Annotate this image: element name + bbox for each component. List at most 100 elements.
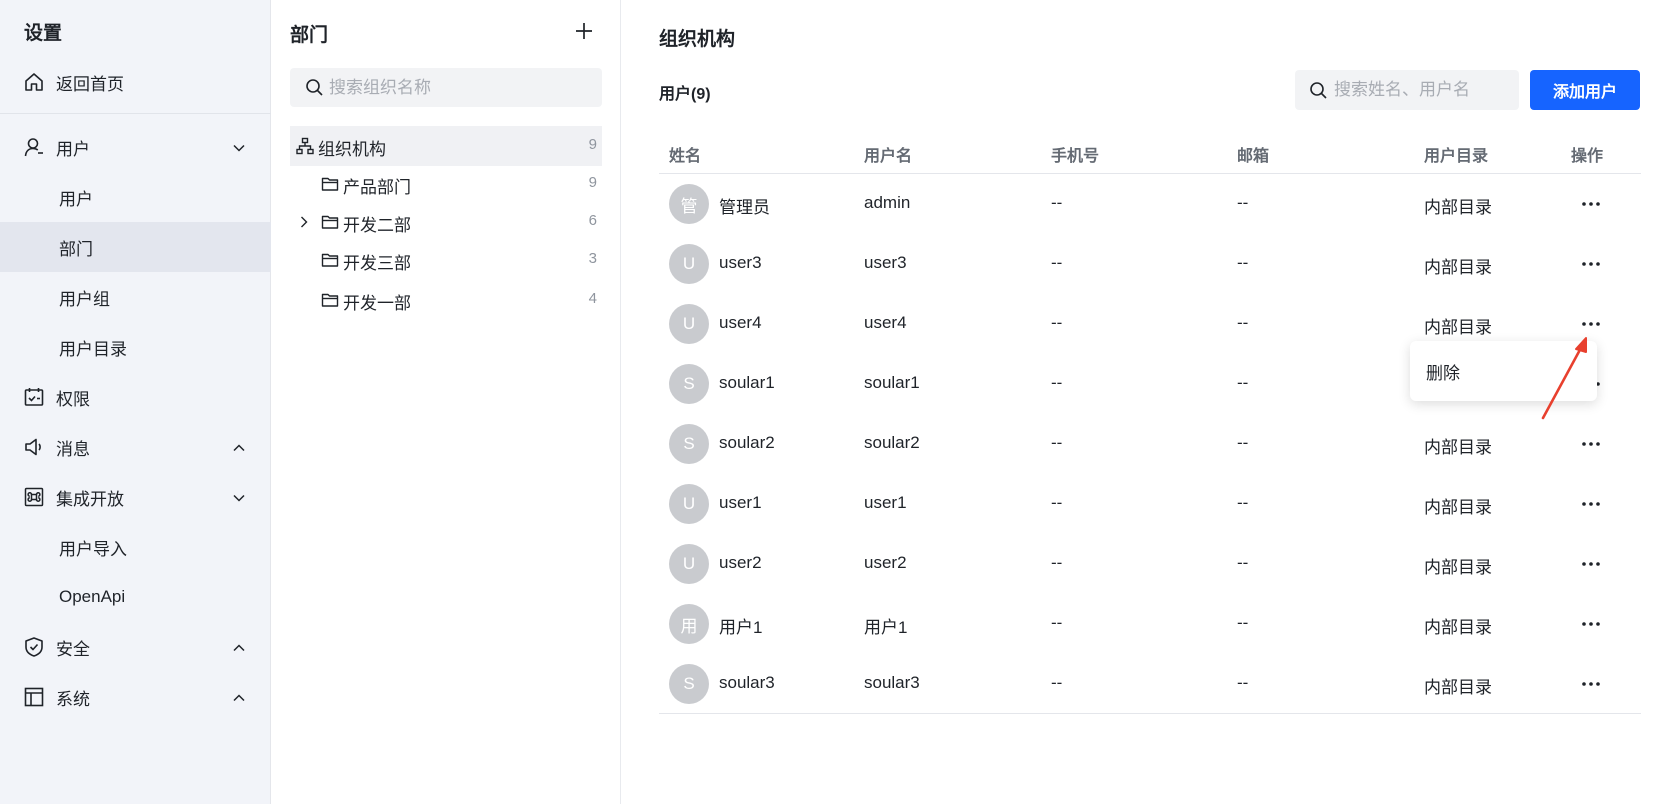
nav-sub-department[interactable]: 部门 [0, 222, 271, 272]
shield-check-icon [23, 636, 45, 658]
cell-email: -- [1237, 253, 1249, 272]
nav-security[interactable]: 安全 [0, 622, 271, 672]
cell-directory: 内部目录 [1424, 438, 1492, 457]
main-content: 组织机构 用户(9) 添加用户 姓名 用户名 手机号 邮箱 用户目录 操作 管管… [621, 0, 1671, 804]
megaphone-icon [23, 436, 45, 458]
row-action-menu: 删除 [1410, 341, 1597, 401]
tree-item-dev2[interactable]: 开发二部 6 [290, 202, 602, 242]
tree-item-org[interactable]: 组织机构 9 [290, 126, 602, 166]
delete-menu-item[interactable]: 删除 [1426, 359, 1460, 384]
settings-sidebar: 设置 返回首页 用户 用户 部门 用户组 用户目录 权限 消息 集成开放 用户导… [0, 0, 271, 804]
sidebar-title: 设置 [24, 23, 63, 44]
nav-sub-user-import[interactable]: 用户导入 [0, 522, 271, 572]
cell-directory: 内部目录 [1424, 198, 1492, 217]
user-search-input[interactable] [1334, 70, 1514, 110]
tree-item-dev3[interactable]: 开发三部 3 [290, 240, 602, 280]
nav-messages-label: 消息 [56, 439, 90, 459]
nav-messages[interactable]: 消息 [0, 422, 271, 472]
tree-item-dev1[interactable]: 开发一部 4 [290, 280, 602, 320]
cell-phone: -- [1051, 493, 1063, 512]
nav-system-label: 系统 [56, 689, 90, 709]
more-horizontal-icon[interactable] [1577, 310, 1605, 338]
table-row: Uuser3 user3 -- -- 内部目录 [659, 234, 1641, 294]
cell-name: user3 [719, 253, 762, 272]
cell-username: user2 [864, 553, 907, 572]
cell-email: -- [1237, 673, 1249, 692]
tree-item-count: 9 [588, 174, 597, 191]
nav-permissions[interactable]: 权限 [0, 372, 271, 422]
nav-sub-user-directory-label: 用户目录 [59, 339, 127, 359]
nav-integration-label: 集成开放 [56, 489, 124, 509]
cell-name: 管理员 [719, 198, 770, 217]
page-title: 组织机构 [659, 29, 736, 50]
department-search-input[interactable] [329, 68, 589, 107]
chevron-up-icon [232, 641, 246, 655]
column-header-email: 邮箱 [1237, 148, 1270, 165]
table-header: 姓名 用户名 手机号 邮箱 用户目录 操作 [659, 130, 1641, 174]
users-table: 姓名 用户名 手机号 邮箱 用户目录 操作 管管理员 admin -- -- 内部目录 U… [659, 130, 1641, 714]
nav-sub-openapi-label: OpenApi [59, 587, 126, 606]
nav-integration[interactable]: 集成开放 [0, 472, 271, 522]
tree-item-count: 6 [588, 212, 597, 229]
tree-item-product[interactable]: 产品部门 9 [290, 164, 602, 204]
tree-item-label: 开发三部 [343, 254, 411, 273]
cell-username: soular2 [864, 433, 920, 452]
nav-sub-user-group[interactable]: 用户组 [0, 272, 271, 322]
add-user-button[interactable]: 添加用户 [1530, 70, 1640, 110]
tree-item-count: 3 [588, 250, 597, 267]
cell-email: -- [1237, 493, 1249, 512]
nav-sub-user-directory[interactable]: 用户目录 [0, 322, 271, 372]
more-horizontal-icon[interactable] [1577, 490, 1605, 518]
avatar: U [669, 244, 709, 284]
cell-directory: 内部目录 [1424, 678, 1492, 697]
cell-name: soular3 [719, 673, 775, 692]
more-horizontal-icon[interactable] [1577, 550, 1605, 578]
department-search [290, 68, 602, 107]
nav-users-label: 用户 [56, 139, 90, 159]
cell-phone: -- [1051, 253, 1063, 272]
cell-phone: -- [1051, 553, 1063, 572]
cell-username: soular1 [864, 373, 920, 392]
cell-email: -- [1237, 433, 1249, 452]
cell-email: -- [1237, 193, 1249, 212]
avatar: U [669, 484, 709, 524]
more-horizontal-icon[interactable] [1577, 610, 1605, 638]
cell-name: 用户1 [719, 618, 763, 637]
cell-phone: -- [1051, 373, 1063, 392]
more-horizontal-icon[interactable] [1577, 670, 1605, 698]
table-row: 用用户1 用户1 -- -- 内部目录 [659, 594, 1641, 654]
nav-users[interactable]: 用户 [0, 122, 271, 172]
table-row: Uuser2 user2 -- -- 内部目录 [659, 534, 1641, 594]
add-department-icon[interactable] [573, 20, 595, 42]
chevron-up-icon [232, 691, 246, 705]
nav-sub-user[interactable]: 用户 [0, 172, 271, 222]
cell-email: -- [1237, 373, 1249, 392]
nav-system[interactable]: 系统 [0, 672, 271, 722]
cell-phone: -- [1051, 433, 1063, 452]
chevron-right-icon[interactable] [297, 215, 311, 229]
tree-item-label: 产品部门 [343, 178, 411, 197]
avatar: S [669, 364, 709, 404]
more-horizontal-icon[interactable] [1577, 250, 1605, 278]
cell-name: soular2 [719, 433, 775, 452]
folder-icon [321, 291, 339, 309]
nav-sub-user-label: 用户 [59, 189, 93, 209]
table-row: Ssoular2 soular2 -- -- 内部目录 [659, 414, 1641, 474]
tree-item-label: 开发二部 [343, 216, 411, 235]
nav-sub-user-group-label: 用户组 [59, 289, 110, 309]
chevron-up-icon [232, 441, 246, 455]
nav-home[interactable]: 返回首页 [0, 57, 271, 107]
cell-email: -- [1237, 553, 1249, 572]
avatar: S [669, 664, 709, 704]
column-header-directory: 用户目录 [1424, 148, 1489, 165]
column-header-username: 用户名 [864, 148, 913, 165]
cell-phone: -- [1051, 313, 1063, 332]
org-tree-icon [296, 137, 314, 155]
more-horizontal-icon[interactable] [1577, 430, 1605, 458]
cell-directory: 内部目录 [1424, 318, 1492, 337]
cell-name: user2 [719, 553, 762, 572]
nav-sub-openapi[interactable]: OpenApi [0, 572, 271, 622]
table-row: 管管理员 admin -- -- 内部目录 [659, 174, 1641, 234]
folder-icon [321, 213, 339, 231]
more-horizontal-icon[interactable] [1577, 190, 1605, 218]
